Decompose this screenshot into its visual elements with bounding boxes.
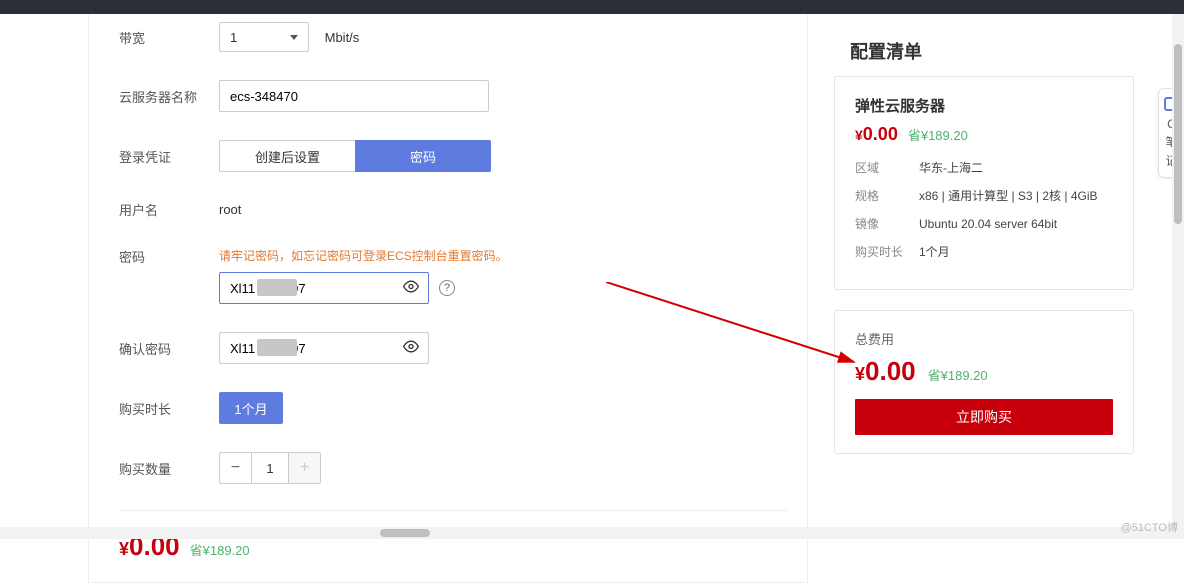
main-form-panel: 带宽 1 Mbit/s 云服务器名称 登录凭证 创建后设置 密码 bbox=[88, 14, 808, 583]
total-price: ¥0.00 bbox=[855, 356, 916, 387]
spec-region-value: 华东-上海二 bbox=[919, 159, 983, 177]
bandwidth-value: 1 bbox=[230, 30, 237, 45]
vertical-scrollbar[interactable] bbox=[1172, 14, 1184, 527]
spec-duration-label: 购买时长 bbox=[855, 243, 919, 261]
credentials-label: 登录凭证 bbox=[119, 147, 219, 166]
product-title: 弹性云服务器 bbox=[855, 95, 1113, 116]
quantity-value: 1 bbox=[252, 453, 288, 483]
spec-duration-value: 1个月 bbox=[919, 243, 950, 261]
password-input[interactable] bbox=[219, 272, 429, 304]
total-label: 总费用 bbox=[855, 329, 1113, 348]
eye-icon[interactable] bbox=[403, 339, 419, 358]
bandwidth-label: 带宽 bbox=[119, 28, 219, 47]
password-hint: 请牢记密码，如忘记密码可登录ECS控制台重置密码。 bbox=[219, 247, 787, 264]
watermark: @51CTO博 bbox=[1121, 519, 1178, 535]
main-price-save: 省¥189.20 bbox=[190, 540, 250, 559]
sidebar: 配置清单 弹性云服务器 ¥0.00 省¥189.20 区域 华东-上海二 规格 … bbox=[834, 14, 1134, 583]
username-label: 用户名 bbox=[119, 200, 219, 219]
bandwidth-unit: Mbit/s bbox=[325, 30, 360, 45]
horizontal-scrollbar[interactable] bbox=[0, 527, 1184, 539]
spec-image-label: 镜像 bbox=[855, 215, 919, 233]
server-name-input[interactable] bbox=[219, 80, 489, 112]
spec-spec-label: 规格 bbox=[855, 187, 919, 205]
credentials-setup-toggle[interactable]: 创建后设置 bbox=[219, 140, 355, 172]
chevron-down-icon bbox=[290, 35, 298, 40]
credentials-password-toggle[interactable]: 密码 bbox=[355, 140, 491, 172]
eye-icon[interactable] bbox=[403, 279, 419, 298]
spec-spec-value: x86 | 通用计算型 | S3 | 2核 | 4GiB bbox=[919, 187, 1098, 205]
sidebar-title: 配置清单 bbox=[850, 38, 1134, 64]
divider bbox=[119, 510, 787, 511]
product-price: ¥0.00 bbox=[855, 124, 898, 145]
top-bar bbox=[0, 0, 1184, 14]
quantity-label: 购买数量 bbox=[119, 459, 219, 478]
confirm-password-input[interactable] bbox=[219, 332, 429, 364]
spec-image-value: Ubuntu 20.04 server 64bit bbox=[919, 215, 1057, 233]
quantity-plus-button[interactable]: + bbox=[288, 453, 320, 483]
password-label: 密码 bbox=[119, 247, 219, 266]
product-save: 省¥189.20 bbox=[908, 125, 968, 144]
bandwidth-select[interactable]: 1 bbox=[219, 22, 309, 52]
confirm-password-label: 确认密码 bbox=[119, 339, 219, 358]
product-card: 弹性云服务器 ¥0.00 省¥189.20 区域 华东-上海二 规格 x86 |… bbox=[834, 76, 1134, 290]
buy-now-button[interactable]: 立即购买 bbox=[855, 399, 1113, 435]
server-name-label: 云服务器名称 bbox=[119, 87, 219, 106]
quantity-stepper[interactable]: − 1 + bbox=[219, 452, 321, 484]
total-save: 省¥189.20 bbox=[928, 365, 988, 384]
duration-button[interactable]: 1个月 bbox=[219, 392, 283, 424]
help-icon[interactable]: ? bbox=[439, 280, 455, 296]
spec-region-label: 区域 bbox=[855, 159, 919, 177]
quantity-minus-button[interactable]: − bbox=[220, 453, 252, 483]
username-value: root bbox=[219, 202, 787, 217]
duration-label: 购买时长 bbox=[119, 399, 219, 418]
total-card: 总费用 ¥0.00 省¥189.20 立即购买 bbox=[834, 310, 1134, 454]
